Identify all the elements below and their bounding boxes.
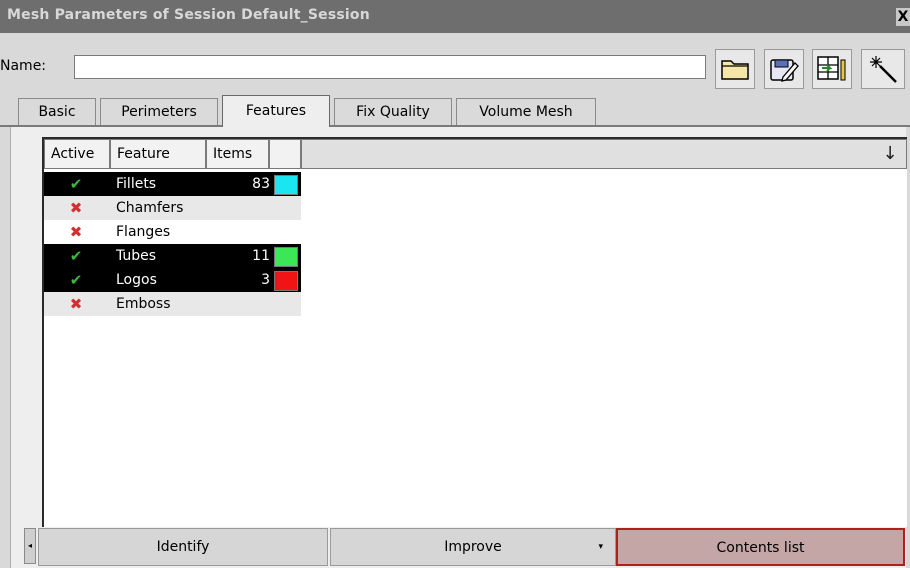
improve-label: Improve xyxy=(444,539,502,555)
export-grid-icon xyxy=(817,56,846,81)
sort-down-icon[interactable]: ↓ xyxy=(878,142,902,166)
check-icon[interactable]: ✔ xyxy=(44,268,108,292)
feature-name: Tubes xyxy=(116,248,157,264)
feature-name: Logos xyxy=(116,272,157,288)
name-input[interactable] xyxy=(74,55,706,79)
title-bar: Mesh Parameters of Session Default_Sessi… xyxy=(0,0,910,33)
color-swatch[interactable] xyxy=(274,175,298,195)
save-button[interactable] xyxy=(764,49,804,89)
feature-name: Emboss xyxy=(116,296,171,312)
table-row[interactable]: ✖ Emboss xyxy=(44,292,301,316)
item-count: 83 xyxy=(252,176,270,192)
cross-icon[interactable]: ✖ xyxy=(44,220,108,244)
identify-button[interactable]: Identify xyxy=(38,528,328,566)
close-button[interactable]: X xyxy=(896,8,910,26)
name-label: Name: xyxy=(0,58,47,74)
header-filler: ↓ xyxy=(301,139,907,169)
tab-volume-mesh[interactable]: Volume Mesh xyxy=(456,98,596,126)
folder-icon xyxy=(721,60,749,80)
item-count: 3 xyxy=(261,272,270,288)
table-row[interactable]: ✔ Tubes 11 xyxy=(44,244,301,268)
features-panel: Active Feature Items ↓ ✔ Fillets 83 ✖ Ch… xyxy=(10,127,907,568)
export-button[interactable] xyxy=(812,49,852,89)
tab-underline xyxy=(0,125,910,127)
cross-icon[interactable]: ✖ xyxy=(44,196,108,220)
window-title: Mesh Parameters of Session Default_Sessi… xyxy=(7,7,370,23)
name-row: Name: xyxy=(0,33,910,93)
check-icon[interactable]: ✔ xyxy=(44,244,108,268)
item-count: 11 xyxy=(252,248,270,264)
chevron-down-icon: ▾ xyxy=(598,542,603,552)
open-folder-button[interactable] xyxy=(715,49,755,89)
table-row[interactable]: ✔ Fillets 83 xyxy=(44,172,301,196)
column-header-feature[interactable]: Feature xyxy=(110,139,206,169)
tab-basic[interactable]: Basic xyxy=(18,98,96,126)
magic-wand-button[interactable] xyxy=(861,49,905,89)
improve-dropdown[interactable]: Improve ▾ xyxy=(330,528,616,566)
magic-wand-icon xyxy=(870,56,897,83)
cross-icon[interactable]: ✖ xyxy=(44,292,108,316)
contents-list-button[interactable]: Contents list xyxy=(616,528,905,566)
column-header-color[interactable] xyxy=(269,139,301,169)
check-icon[interactable]: ✔ xyxy=(44,172,108,196)
column-header-items[interactable]: Items xyxy=(206,139,269,169)
save-edit-icon xyxy=(770,59,799,82)
color-swatch[interactable] xyxy=(274,247,298,267)
table-row[interactable]: ✖ Flanges xyxy=(44,220,301,244)
tab-fix-quality[interactable]: Fix Quality xyxy=(334,98,452,126)
feature-name: Flanges xyxy=(116,224,171,240)
tab-perimeters[interactable]: Perimeters xyxy=(100,98,218,126)
scroll-left-button[interactable]: ◂ xyxy=(24,528,36,564)
features-table: Active Feature Items ↓ ✔ Fillets 83 ✖ Ch… xyxy=(42,137,907,527)
table-row[interactable]: ✔ Logos 3 xyxy=(44,268,301,292)
table-row[interactable]: ✖ Chamfers xyxy=(44,196,301,220)
color-swatch[interactable] xyxy=(274,271,298,291)
feature-name: Chamfers xyxy=(116,200,184,216)
tab-bar: Basic Perimeters Features Fix Quality Vo… xyxy=(0,95,910,127)
table-header: Active Feature Items ↓ xyxy=(44,139,907,169)
tab-features[interactable]: Features xyxy=(222,95,330,127)
column-header-active[interactable]: Active xyxy=(44,139,110,169)
feature-name: Fillets xyxy=(116,176,157,192)
